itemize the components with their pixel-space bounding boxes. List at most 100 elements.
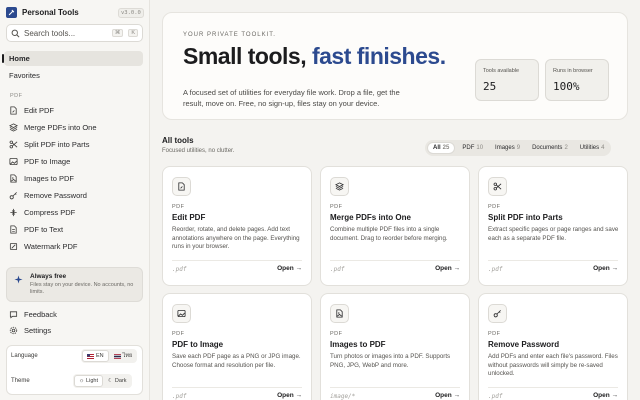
stat-runs-in-browser: Runs in browser 100% bbox=[545, 59, 609, 101]
card-category: PDF bbox=[488, 331, 501, 337]
sidebar-item-label: PDF to Text bbox=[24, 225, 64, 234]
sidebar-item-edit-pdf[interactable]: Edit PDF bbox=[4, 103, 143, 118]
layers-icon bbox=[9, 123, 18, 132]
filter-count: 25 bbox=[442, 145, 450, 151]
open-button[interactable]: Open → bbox=[435, 265, 460, 272]
hero-description: A focused set of utilities for everyday … bbox=[183, 88, 400, 108]
hero-eyebrow: YOUR PRIVATE TOOLKIT. bbox=[183, 32, 276, 38]
card-category: PDF bbox=[488, 204, 501, 210]
shortcut-key-k: K bbox=[128, 29, 138, 37]
tool-card-split-pdf[interactable]: PDF Split PDF into Parts Extract specifi… bbox=[478, 166, 628, 286]
card-category: PDF bbox=[172, 204, 185, 210]
sidebar-item-label: Split PDF into Parts bbox=[24, 140, 90, 149]
open-button[interactable]: Open → bbox=[277, 265, 302, 272]
open-button[interactable]: Open → bbox=[435, 392, 460, 399]
open-button[interactable]: Open → bbox=[277, 392, 302, 399]
sidebar-item-label: Compress PDF bbox=[24, 208, 76, 217]
shortcut-key-cmd: ⌘ bbox=[111, 29, 124, 37]
stat-value: 25 bbox=[483, 80, 497, 93]
filter-label: All bbox=[433, 145, 441, 151]
card-file-type: .pdf bbox=[488, 393, 503, 400]
sidebar-item-pdf-to-text[interactable]: PDF to Text bbox=[4, 222, 143, 237]
stat-label: Runs in browser bbox=[553, 68, 593, 74]
sidebar-item-label: Edit PDF bbox=[24, 106, 55, 115]
filter-count: 2 bbox=[564, 145, 568, 151]
sidebar-item-label: PDF to Image bbox=[24, 157, 71, 166]
language-th-button[interactable]: ไทย bbox=[110, 350, 137, 362]
nav-feedback-label: Feedback bbox=[24, 310, 57, 319]
nav-settings[interactable]: Settings bbox=[4, 323, 143, 338]
filter-pdf[interactable]: PDF 10 bbox=[457, 143, 488, 153]
card-file-type: .pdf bbox=[172, 393, 187, 400]
card-description: Turn photos or images into a PDF. Suppor… bbox=[330, 353, 451, 369]
always-free-text: Files stay on your device. No accounts, … bbox=[30, 282, 134, 295]
card-file-type: image/* bbox=[330, 393, 356, 400]
app-name: Personal Tools bbox=[22, 8, 79, 17]
card-file-type: .pdf bbox=[172, 266, 187, 273]
stat-label: Tools available bbox=[483, 68, 520, 74]
section-subtitle: Focused utilities, no clutter. bbox=[162, 148, 235, 154]
theme-switch: ☼ Light ☾ Dark bbox=[73, 374, 132, 388]
sidebar-item-remove-password[interactable]: Remove Password bbox=[4, 188, 143, 203]
card-description: Combine multiple PDF files into a single… bbox=[330, 226, 448, 242]
theme-dark-button[interactable]: ☾ Dark bbox=[104, 375, 131, 387]
filter-images[interactable]: Images 9 bbox=[490, 143, 525, 153]
card-file-type: .pdf bbox=[488, 266, 503, 273]
nav-feedback[interactable]: Feedback bbox=[4, 307, 143, 322]
sidebar-item-merge-pdf[interactable]: Merge PDFs into One bbox=[4, 120, 143, 135]
open-button[interactable]: Open → bbox=[593, 392, 618, 399]
stamp-icon bbox=[9, 242, 18, 251]
open-button[interactable]: Open → bbox=[593, 265, 618, 272]
nav-home[interactable]: Home bbox=[2, 51, 143, 66]
sidebar-item-watermark-pdf[interactable]: Watermark PDF bbox=[4, 239, 143, 254]
moon-icon: ☾ bbox=[107, 378, 113, 384]
card-description: Reorder, rotate, and delete pages. Add t… bbox=[172, 226, 300, 251]
theme-light-button[interactable]: ☼ Light bbox=[74, 375, 103, 387]
nav-favorites[interactable]: Favorites bbox=[4, 68, 143, 83]
stat-value: 100% bbox=[553, 80, 580, 93]
tool-card-pdf-to-image[interactable]: PDF PDF to Image Save each PDF page as a… bbox=[162, 293, 312, 400]
sidebar-item-compress-pdf[interactable]: Compress PDF bbox=[4, 205, 143, 220]
sidebar-item-images-to-pdf[interactable]: Images to PDF bbox=[4, 171, 143, 186]
sidebar-item-pdf-to-image[interactable]: PDF to Image bbox=[4, 154, 143, 169]
tool-card-images-to-pdf[interactable]: PDF Images to PDF Turn photos or images … bbox=[320, 293, 470, 400]
hero-panel: YOUR PRIVATE TOOLKIT. Small tools, fast … bbox=[162, 12, 628, 120]
gear-icon bbox=[9, 326, 18, 335]
file-image-icon bbox=[336, 309, 343, 318]
file-edit-icon bbox=[178, 182, 185, 191]
tool-card-edit-pdf[interactable]: PDF Edit PDF Reorder, rotate, and delete… bbox=[162, 166, 312, 286]
sun-icon: ☼ bbox=[79, 378, 85, 384]
tool-card-remove-password[interactable]: PDF Remove Password Add PDFs and enter e… bbox=[478, 293, 628, 400]
language-en-button[interactable]: EN bbox=[82, 350, 109, 362]
card-category: PDF bbox=[330, 204, 343, 210]
filter-all[interactable]: All 25 bbox=[427, 142, 456, 154]
key-icon bbox=[493, 310, 501, 318]
hero-title-accent: fast finishes. bbox=[311, 43, 446, 69]
tool-card-merge-pdf[interactable]: PDF Merge PDFs into One Combine multiple… bbox=[320, 166, 470, 286]
always-free-title: Always free bbox=[30, 273, 67, 280]
filter-count: 10 bbox=[476, 145, 484, 151]
brand[interactable]: Personal Tools bbox=[6, 7, 79, 18]
nav-favorites-label: Favorites bbox=[9, 71, 40, 80]
sidebar-item-label: Images to PDF bbox=[24, 174, 75, 183]
filter-label: Utilities bbox=[579, 145, 600, 151]
search-box[interactable]: ⌘ K bbox=[6, 24, 143, 42]
layers-icon bbox=[335, 182, 344, 191]
sidebar-item-split-pdf[interactable]: Split PDF into Parts bbox=[4, 137, 143, 152]
search-input[interactable] bbox=[24, 28, 107, 38]
card-description: Add PDFs and enter each file's password.… bbox=[488, 353, 618, 378]
card-description: Save each PDF page as a PNG or JPG image… bbox=[172, 353, 301, 369]
sparkle-icon bbox=[14, 275, 23, 284]
preferences-panel: Language EN ไทย Theme ☼ Light ☾ Dark bbox=[6, 345, 143, 395]
search-icon bbox=[11, 29, 20, 37]
filter-utilities[interactable]: Utilities 4 bbox=[575, 143, 610, 153]
hero-title-main: Small tools, bbox=[183, 43, 312, 69]
card-title: Images to PDF bbox=[330, 340, 386, 349]
theme-light-label: Light bbox=[86, 378, 98, 384]
filter-documents[interactable]: Documents 2 bbox=[527, 143, 573, 153]
section-title: All tools bbox=[162, 136, 194, 145]
text-icon bbox=[10, 225, 17, 234]
card-title: Remove Password bbox=[488, 340, 560, 349]
sidebar-item-label: Remove Password bbox=[24, 191, 87, 200]
th-flag-icon bbox=[113, 353, 121, 359]
